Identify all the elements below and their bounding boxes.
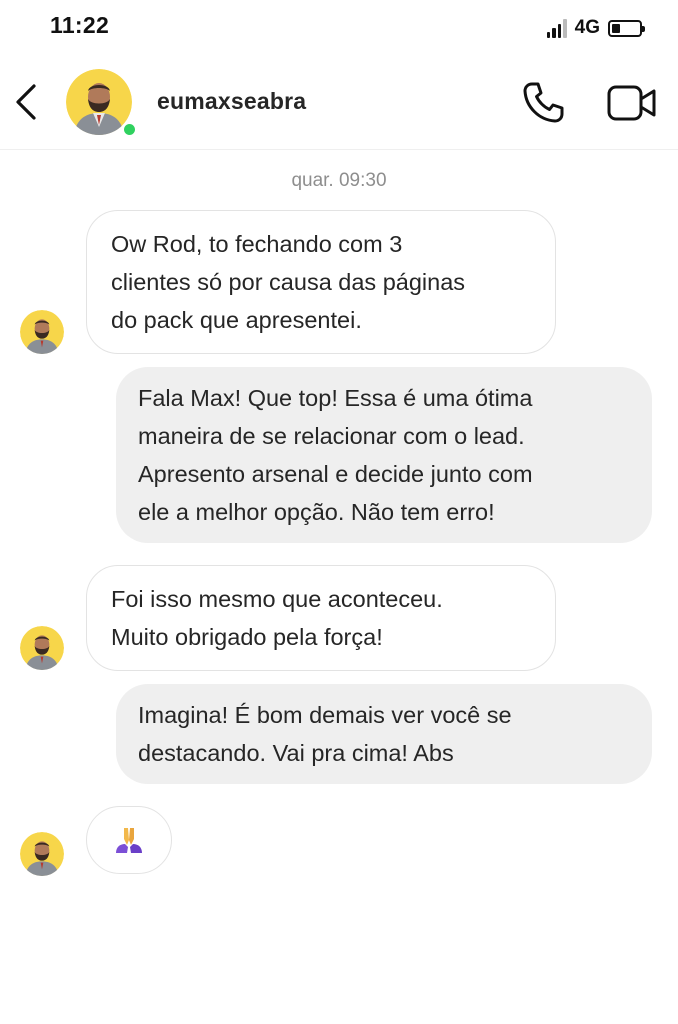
sender-avatar[interactable] [20,832,64,876]
message-line: Fala Max! Que top! Essa é uma ótima [138,385,533,411]
message-line: do pack que apresentei. [111,307,362,333]
message-line: clientes só por causa das páginas [111,269,466,295]
folded-hands-emoji [116,828,142,853]
message-line: Ow Rod, to fechando com 3 [111,231,403,257]
message-line: Apresento arsenal e decide junto com [138,461,533,487]
outgoing-message[interactable]: Imagina! É bom demais ver você se destac… [116,684,652,784]
chat-username[interactable]: eumaxseabra [157,88,306,115]
status-bar: 11:22 4G [0,0,678,56]
message-line: Imagina! É bom demais ver você se [138,702,512,728]
back-icon[interactable] [10,80,46,124]
phone-icon[interactable] [520,80,566,126]
sender-avatar[interactable] [20,626,64,670]
incoming-message[interactable]: Foi isso mesmo que aconteceu. Muito obri… [86,565,556,671]
incoming-message[interactable]: Ow Rod, to fechando com 3 clientes só po… [86,210,556,354]
message-line: Foi isso mesmo que aconteceu. [111,586,443,612]
sender-avatar[interactable] [20,310,64,354]
video-camera-icon[interactable] [606,82,658,124]
status-indicators: 4G [546,16,645,40]
status-time: 11:22 [50,12,110,38]
message-line: ele a melhor opção. Não tem erro! [138,499,495,525]
chat-timestamp: quar. 09:30 [291,170,387,191]
message-line: destacando. Vai pra cima! Abs [138,740,454,766]
signal-strength-icon [546,18,567,38]
outgoing-message[interactable]: Fala Max! Que top! Essa é uma ótima mane… [116,367,652,543]
battery-icon [608,19,645,37]
network-type: 4G [574,17,600,38]
battery-level [612,23,620,33]
chat-header: eumaxseabra [0,56,678,150]
message-line: maneira de se relacionar com o lead. [138,423,525,449]
online-status-dot [122,122,137,137]
incoming-message[interactable] [86,806,172,874]
message-line: Muito obrigado pela força! [111,624,383,650]
